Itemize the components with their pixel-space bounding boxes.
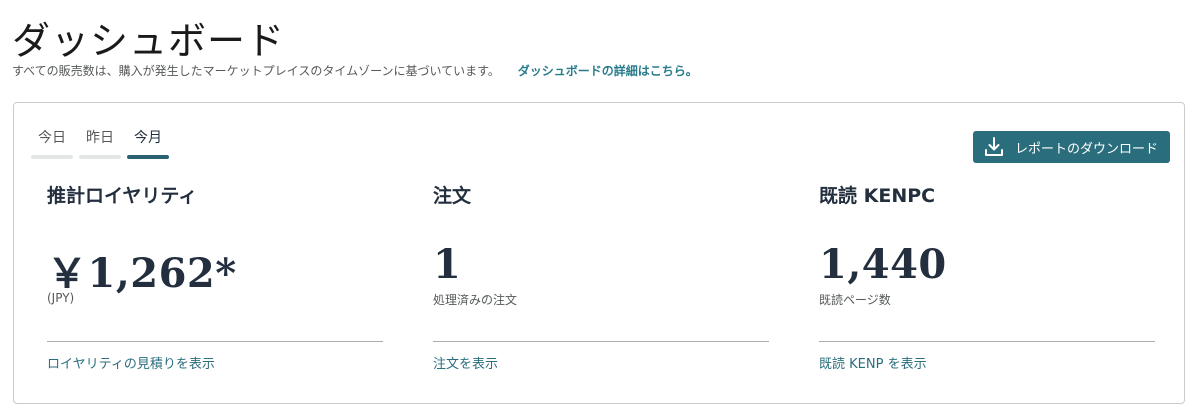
view-orders-link[interactable]: 注文を表示 (433, 353, 769, 372)
tab-label: 今月 (134, 130, 162, 146)
download-report-button[interactable]: レポートのダウンロード (972, 131, 1170, 163)
metric-royalty: 推計ロイヤリティ ￥1,262* (JPY) ロイヤリティの見積りを表示 (47, 181, 383, 372)
view-royalty-estimate-link[interactable]: ロイヤリティの見積りを表示 (47, 353, 383, 372)
page-subtitle: すべての販売数は、購入が発生したマーケットプレイスのタイムゾーンに基づいています… (12, 62, 698, 79)
page-title: ダッシュボード (12, 19, 286, 63)
tab-indicator (31, 155, 73, 159)
metric-value: ￥1,262* (47, 250, 237, 297)
metric-orders: 注文 1 処理済みの注文 注文を表示 (433, 181, 769, 372)
metric-title: 推計ロイヤリティ (47, 185, 198, 207)
download-icon (983, 136, 1005, 158)
download-report-label: レポートのダウンロード (1014, 141, 1158, 157)
divider (433, 341, 769, 342)
metric-value: 1,440 (819, 241, 947, 288)
metric-caption: 既読ページ数 (819, 293, 891, 307)
metric-value: 1 (433, 241, 462, 288)
metric-caption: 処理済みの注文 (433, 293, 518, 307)
metric-kenpc: 既読 KENPC 1,440 既読ページ数 既読 KENP を表示 (819, 181, 1155, 372)
tab-this-month[interactable]: 今月 (127, 127, 169, 159)
tab-yesterday[interactable]: 昨日 (79, 127, 121, 159)
tab-label: 昨日 (86, 130, 114, 146)
tab-today[interactable]: 今日 (31, 127, 73, 159)
metric-title: 既読 KENPC (819, 185, 936, 207)
divider (819, 341, 1155, 342)
dashboard-details-link[interactable]: ダッシュボードの詳細はこちら。 (518, 64, 698, 78)
dashboard-card: 今日 昨日 今月 レポートのダウンロード 推計ロイヤリティ ￥1,262* (J… (13, 102, 1185, 404)
subtitle-text: すべての販売数は、購入が発生したマーケットプレイスのタイムゾーンに基づいています… (12, 64, 500, 78)
view-kenp-link[interactable]: 既読 KENP を表示 (819, 353, 1155, 372)
divider (47, 341, 383, 342)
tab-indicator-active (127, 155, 169, 159)
period-tabs: 今日 昨日 今月 (31, 127, 169, 159)
tab-indicator (79, 155, 121, 159)
metric-title: 注文 (433, 185, 472, 207)
tab-label: 今日 (38, 130, 66, 146)
